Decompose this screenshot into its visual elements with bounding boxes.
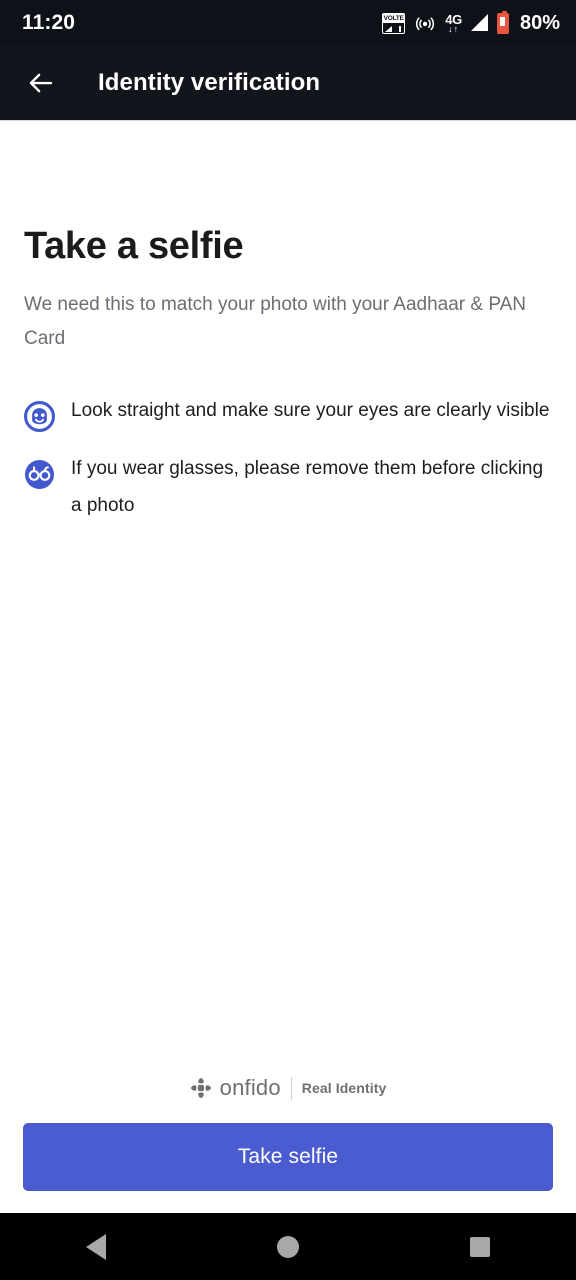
screen-subtitle: We need this to match your photo with yo…: [24, 294, 527, 349]
battery-icon: [496, 10, 509, 34]
arrow-left-icon: [29, 73, 53, 93]
battery-percent-label: 80%: [519, 11, 560, 34]
onfido-brand: onfido: [190, 1075, 281, 1101]
signal-icon: [470, 14, 488, 31]
list-item: Look straight and make sure your eyes ar…: [24, 397, 552, 432]
back-button[interactable]: [22, 64, 60, 102]
nav-back-button[interactable]: [60, 1213, 132, 1280]
hotspot-icon: [416, 17, 435, 31]
android-nav-bar: [0, 1213, 576, 1280]
square-icon: [470, 1236, 490, 1257]
list-item-label: Look straight and make sure your eyes ar…: [71, 400, 550, 421]
4g-icon: 4G ↓↑: [445, 13, 462, 34]
content-area: Take a selfie We need this to match your…: [0, 120, 576, 1213]
brand-divider: [290, 1076, 292, 1100]
nav-recents-button[interactable]: [444, 1213, 516, 1280]
status-bar-icons: VOLTE 4G ↓↑ 80%: [382, 10, 560, 35]
brand-tagline: Real Identity: [301, 1080, 387, 1096]
volte-icon-label: VOLTE: [383, 13, 405, 23]
volte-icon: VOLTE: [382, 12, 406, 34]
status-bar-clock: 11:20: [22, 11, 76, 34]
onfido-logo-icon: [190, 1078, 211, 1098]
page-title: Identity verification: [98, 69, 321, 96]
phone-screen: 11:20 VOLTE 4G ↓↑ 80% Identity verificat…: [0, 0, 576, 1280]
status-bar: 11:20 VOLTE 4G ↓↑ 80%: [0, 0, 576, 46]
face-outline-icon: [24, 401, 55, 432]
take-selfie-button[interactable]: Take selfie: [23, 1123, 553, 1191]
brand-row: onfido Real Identity: [0, 1075, 576, 1101]
4g-icon-arrows: ↓↑: [448, 23, 460, 34]
screen-heading: Take a selfie: [24, 225, 244, 267]
triangle-left-icon: [86, 1233, 106, 1260]
circle-icon: [277, 1235, 299, 1258]
tips-list: Look straight and make sure your eyes ar…: [24, 397, 552, 524]
battery-icon-fill: [500, 16, 506, 26]
list-item-label: If you wear glasses, please remove them …: [71, 458, 544, 516]
app-bar: Identity verification: [0, 46, 576, 120]
onfido-wordmark: onfido: [219, 1075, 281, 1100]
glasses-icon: [24, 459, 55, 490]
list-item: If you wear glasses, please remove them …: [24, 455, 552, 524]
footer: onfido Real Identity Take selfie: [0, 1075, 576, 1213]
volte-icon-bars: [383, 23, 404, 33]
nav-home-button[interactable]: [252, 1213, 324, 1280]
